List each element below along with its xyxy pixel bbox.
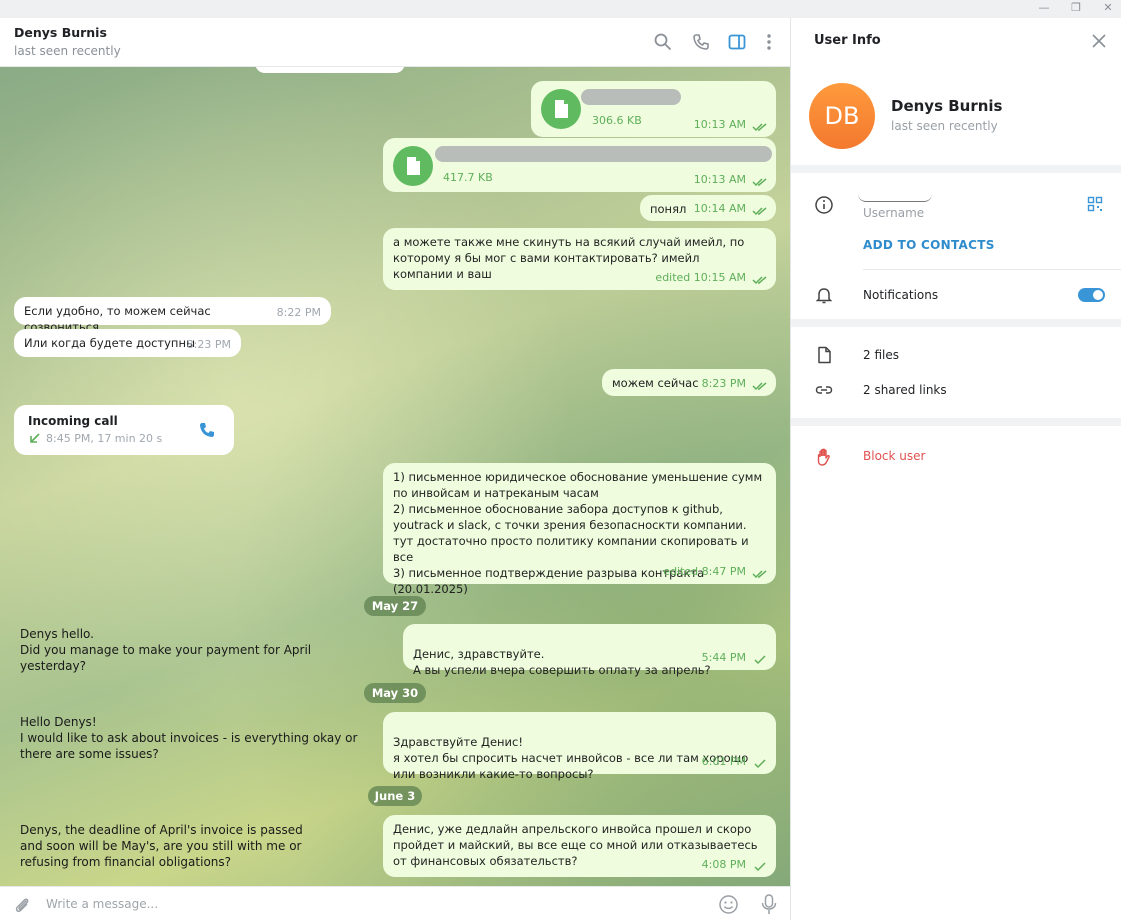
chat-messages[interactable]: 306.6 KB 10:13 AM 417.7 KB 10:13 AM поня… <box>0 67 790 886</box>
message-composer[interactable] <box>0 886 790 920</box>
file-icon <box>818 346 831 364</box>
redacted-filename <box>435 146 772 162</box>
chat-status: last seen recently <box>14 44 121 58</box>
file-size: 417.7 KB <box>443 171 493 184</box>
list-item: 1) письменное юридическое обоснование ум… <box>393 470 763 500</box>
emoji-icon[interactable] <box>718 894 739 915</box>
message-time: 5:44 PM <box>701 651 746 664</box>
section-divider <box>791 319 1121 327</box>
message-text: понял <box>650 202 687 216</box>
search-icon[interactable] <box>653 32 673 52</box>
close-icon[interactable] <box>1091 33 1107 49</box>
file-size: 306.6 KB <box>592 114 642 127</box>
sent-tick-icon <box>754 759 766 769</box>
message-input[interactable] <box>46 895 686 913</box>
message-outgoing[interactable]: понял 10:14 AM <box>640 195 776 221</box>
restore-button[interactable]: ❐ <box>1065 0 1087 18</box>
section-divider <box>791 418 1121 426</box>
add-to-contacts-button[interactable]: ADD TO CONTACTS <box>863 238 995 252</box>
message-time: 8:23 PM <box>701 377 746 390</box>
message-time: 8:22 PM <box>276 306 321 319</box>
sent-tick-icon <box>754 862 766 872</box>
read-ticks-icon <box>752 207 767 216</box>
message-time: 6:01 PM <box>701 755 746 768</box>
attach-icon[interactable] <box>12 895 32 915</box>
call-title: Incoming call <box>28 414 118 428</box>
file-message[interactable]: 306.6 KB 10:13 AM <box>531 81 776 137</box>
call-back-icon[interactable] <box>197 420 217 440</box>
message-time: 10:13 AM <box>693 173 746 186</box>
avatar[interactable]: DB <box>809 83 875 149</box>
window-titlebar: — ❐ ✕ <box>0 0 1121 18</box>
message-text: Денис, здравствуйте. А вы успели вчера с… <box>413 647 711 677</box>
message-time: 8:23 PM <box>186 338 231 351</box>
sent-tick-icon <box>754 655 766 665</box>
link-icon <box>815 386 833 394</box>
file-message[interactable]: 417.7 KB 10:13 AM <box>383 138 776 192</box>
incoming-arrow-icon <box>30 433 40 443</box>
close-window-button[interactable]: ✕ <box>1097 0 1119 18</box>
shared-files-item[interactable]: 2 files <box>863 348 899 362</box>
chat-title[interactable]: Denys Burnis <box>14 25 107 40</box>
qr-code-icon[interactable] <box>1087 196 1103 212</box>
message-outgoing[interactable]: 1) письменное юридическое обоснование ум… <box>383 463 776 596</box>
user-info-panel: User Info DB Denys Burnis last seen rece… <box>790 18 1121 920</box>
message-incoming[interactable]: Или когда будете доступны 8:23 PM <box>14 329 241 357</box>
more-icon[interactable] <box>759 32 779 52</box>
message-time: edited 8:47 PM <box>663 565 746 578</box>
panel-title: User Info <box>814 33 881 48</box>
message-outgoing[interactable]: а можете также мне скинуть на всякий слу… <box>383 228 776 290</box>
document-icon[interactable] <box>541 89 581 129</box>
read-ticks-icon <box>752 276 767 285</box>
read-ticks-icon <box>752 123 767 132</box>
username-label: Username <box>863 206 925 220</box>
list-item: 2) письменное обоснование забора доступо… <box>393 502 749 564</box>
notifications-label: Notifications <box>863 288 939 302</box>
message-outgoing[interactable]: Денис, здравствуйте. А вы успели вчера с… <box>403 624 776 677</box>
microphone-icon[interactable] <box>759 893 779 915</box>
read-ticks-icon <box>752 382 767 391</box>
divider <box>863 269 1121 270</box>
chat-header[interactable]: Denys Burnis last seen recently <box>0 18 790 67</box>
notifications-toggle[interactable] <box>1078 288 1105 302</box>
message-outgoing[interactable]: Здравствуйте Денис! я хотел бы спросить … <box>383 712 776 781</box>
translation-text: Denys, the deadline of April's invoice i… <box>20 823 303 869</box>
translation-text: Hello Denys! I would like to ask about i… <box>20 715 358 761</box>
message-time: 10:13 AM <box>693 118 746 131</box>
info-icon <box>815 196 833 214</box>
redacted-username <box>858 194 932 202</box>
date-separator: May 30 <box>364 683 426 703</box>
message-outgoing[interactable]: Денис, уже дедлайн апрельского инвойса п… <box>383 815 776 877</box>
translation-text: Denys hello. Did you manage to make your… <box>20 627 312 673</box>
message-outgoing[interactable]: можем сейчас 8:23 PM <box>602 369 776 396</box>
shared-links-item[interactable]: 2 shared links <box>863 383 947 397</box>
read-ticks-icon <box>752 570 767 579</box>
read-ticks-icon <box>752 178 767 187</box>
message-text: Здравствуйте Денис! я хотел бы спросить … <box>393 735 749 781</box>
message-time: edited 10:15 AM <box>655 271 746 284</box>
profile-status: last seen recently <box>891 119 998 133</box>
message-incoming[interactable]: Если удобно, то можем сейчас созвониться… <box>14 297 331 334</box>
profile-name: Denys Burnis <box>891 97 1003 115</box>
date-separator: June 3 <box>368 786 422 806</box>
phone-icon[interactable] <box>691 32 711 52</box>
message-partial[interactable] <box>255 67 405 73</box>
date-separator: May 27 <box>364 596 426 616</box>
message-time: 10:14 AM <box>693 202 746 215</box>
block-hand-icon <box>817 448 830 466</box>
minimize-button[interactable]: — <box>1033 0 1055 18</box>
bell-icon <box>815 288 833 304</box>
message-text: можем сейчас <box>612 376 699 390</box>
redacted-filename <box>581 89 681 105</box>
message-text: Или когда будете доступны <box>24 336 196 350</box>
call-meta: 8:45 PM, 17 min 20 s <box>46 432 163 445</box>
message-time: 4:08 PM <box>701 858 746 871</box>
document-icon[interactable] <box>393 146 433 186</box>
section-divider <box>791 165 1121 173</box>
sidebar-toggle-icon[interactable] <box>727 32 747 52</box>
call-message[interactable]: Incoming call 8:45 PM, 17 min 20 s <box>14 405 234 455</box>
block-user-button[interactable]: Block user <box>863 449 925 463</box>
